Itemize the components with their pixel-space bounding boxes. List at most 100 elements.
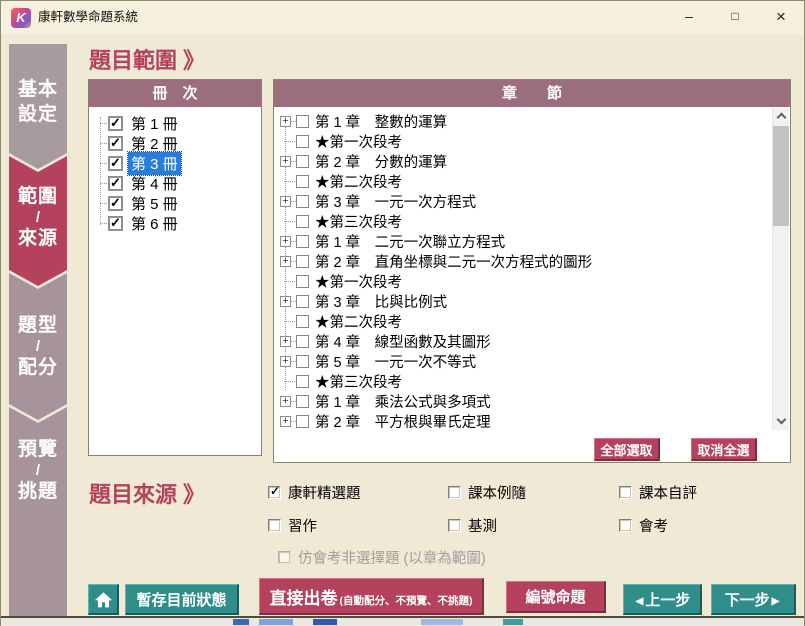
chapter-item[interactable]: ★第一次段考 (278, 131, 770, 151)
checkbox[interactable] (296, 315, 309, 328)
next-step-button[interactable]: 下一步▶ (711, 584, 796, 615)
expand-icon[interactable] (280, 116, 291, 127)
checkbox[interactable] (448, 519, 461, 532)
checkbox[interactable] (296, 395, 309, 408)
expand-icon[interactable] (280, 296, 291, 307)
source-option-textbook-examples[interactable]: 課本例隨 (448, 482, 526, 503)
chapter-tree: 第 1 章 整數的運算 ★第一次段考 第 2 章 分數的運算 ★第二次段考 第 (278, 111, 770, 431)
expand-icon[interactable] (280, 196, 291, 207)
expand-icon[interactable] (280, 256, 291, 267)
checkbox[interactable] (296, 115, 309, 128)
app-window: K 康軒數學命題系統 – □ × 基本 設定 範圍 / 來源 題型 / 配分 預… (0, 0, 805, 626)
checkbox[interactable] (296, 355, 309, 368)
window-controls: – □ × (666, 1, 804, 34)
checkbox[interactable] (619, 486, 632, 499)
deselect-all-button[interactable]: 取消全選 (691, 438, 757, 461)
checkbox[interactable] (296, 135, 309, 148)
source-option-comprehensive-exam[interactable]: 會考 (619, 515, 668, 536)
chapter-item[interactable]: 第 4 章 線型函數及其圖形 (278, 331, 770, 351)
checkbox[interactable] (108, 176, 123, 191)
direct-generate-paper-button[interactable]: 直接出卷(自動配分、不預覽、不挑題) (259, 578, 484, 615)
checkbox[interactable] (108, 116, 123, 131)
checkbox[interactable] (619, 519, 632, 532)
home-button[interactable] (88, 584, 119, 615)
chapter-item[interactable]: 第 1 章 整數的運算 (278, 111, 770, 131)
sidebar-item-range-source[interactable]: 範圍 / 來源 (9, 156, 67, 286)
checkbox[interactable] (296, 155, 309, 168)
chapters-header: 章 節 (274, 80, 790, 107)
chapter-item[interactable]: 第 3 章 一元一次方程式 (278, 191, 770, 211)
range-section-title: 題目範圍》 (89, 43, 205, 75)
volume-item[interactable]: 第 5 冊 (89, 193, 261, 213)
chapter-item[interactable]: ★第二次段考 (278, 311, 770, 331)
checkbox[interactable] (108, 136, 123, 151)
window-title: 康軒數學命題系統 (38, 1, 138, 34)
checkbox[interactable] (268, 519, 281, 532)
expand-icon[interactable] (280, 156, 291, 167)
checkbox[interactable] (108, 196, 123, 211)
source-option-mock-nonselection: 仿會考非選擇題 (以章為範圍) (278, 547, 486, 568)
chapter-item[interactable]: 第 5 章 一元一次不等式 (278, 351, 770, 371)
save-current-state-button[interactable]: 暫存目前狀態 (125, 584, 239, 615)
home-icon (94, 590, 113, 609)
source-option-workbook[interactable]: 習作 (268, 515, 317, 536)
chapter-item[interactable]: 第 2 章 直角坐標與二元一次方程式的圖形 (278, 251, 770, 271)
source-option-basic-test[interactable]: 基測 (448, 515, 497, 536)
chevrons-mark: 》 (183, 48, 205, 73)
checkbox[interactable] (108, 216, 123, 231)
sidebar-item-question-type-scoring[interactable]: 題型 / 配分 (9, 273, 67, 420)
chapters-panel: 章 節 第 1 章 整數的運算 ★第一次段考 第 2 章 分數的運算 ★ (273, 79, 791, 463)
scroll-down-icon[interactable] (773, 413, 789, 430)
source-option-textbook-selfreview[interactable]: 課本自評 (619, 482, 697, 503)
volume-item[interactable]: 第 1 冊 (89, 113, 261, 133)
right-arrow-icon: ▶ (770, 596, 782, 607)
chapter-item[interactable]: 第 1 章 二元一次聯立方程式 (278, 231, 770, 251)
select-all-button[interactable]: 全部選取 (594, 438, 660, 461)
expand-icon[interactable] (280, 336, 291, 347)
chapter-item[interactable]: 第 3 章 比與比例式 (278, 291, 770, 311)
chapter-item[interactable]: ★第三次段考 (278, 211, 770, 231)
volume-item[interactable]: 第 2 冊 (89, 133, 261, 153)
expand-icon[interactable] (280, 416, 291, 427)
checkbox[interactable] (296, 235, 309, 248)
checkbox[interactable] (296, 415, 309, 428)
checkbox[interactable] (296, 295, 309, 308)
checkbox[interactable] (296, 335, 309, 348)
chapter-item[interactable]: ★第一次段考 (278, 271, 770, 291)
checkbox[interactable] (296, 175, 309, 188)
background-window-fragment (503, 619, 523, 625)
left-arrow-icon: ◀ (634, 596, 646, 607)
chapter-item[interactable]: 第 1 章 乘法公式與多項式 (278, 391, 770, 411)
chapter-item[interactable]: ★第二次段考 (278, 171, 770, 191)
checkbox[interactable] (296, 375, 309, 388)
volume-item[interactable]: 第 4 冊 (89, 173, 261, 193)
minimize-icon[interactable]: – (666, 1, 712, 34)
chapter-item[interactable]: 第 2 章 平方根與畢氏定理 (278, 411, 770, 431)
checkbox[interactable] (296, 195, 309, 208)
checkbox[interactable] (268, 486, 281, 499)
chapter-item[interactable]: 第 2 章 分數的運算 (278, 151, 770, 171)
background-window-fragment (313, 619, 337, 625)
volumes-panel: 冊 次 第 1 冊 第 2 冊 第 3 冊 第 4 冊 第 5 冊 (88, 79, 262, 456)
checkbox[interactable] (296, 255, 309, 268)
checkbox[interactable] (108, 156, 123, 171)
expand-icon[interactable] (280, 356, 291, 367)
expand-icon[interactable] (280, 236, 291, 247)
chapter-item[interactable]: ★第三次段考 (278, 371, 770, 391)
volume-item[interactable]: 第 3 冊 (89, 153, 261, 173)
maximize-icon[interactable]: □ (712, 1, 758, 34)
previous-step-button[interactable]: ◀上一步 (623, 584, 702, 615)
checkbox[interactable] (296, 215, 309, 228)
source-option-kanghsuan[interactable]: 康軒精選題 (268, 482, 361, 503)
sidebar-item-preview-pick[interactable]: 預覽 / 挑題 (9, 407, 67, 616)
scrollbar[interactable] (772, 108, 789, 430)
checkbox[interactable] (448, 486, 461, 499)
scrollbar-thumb[interactable] (773, 126, 789, 226)
checkbox[interactable] (296, 275, 309, 288)
numbered-question-button[interactable]: 編號命題 (506, 581, 606, 613)
scroll-up-icon[interactable] (773, 108, 789, 125)
close-icon[interactable]: × (758, 1, 804, 34)
sidebar-item-basic-settings[interactable]: 基本 設定 (9, 44, 67, 169)
volume-item[interactable]: 第 6 冊 (89, 213, 261, 233)
expand-icon[interactable] (280, 396, 291, 407)
